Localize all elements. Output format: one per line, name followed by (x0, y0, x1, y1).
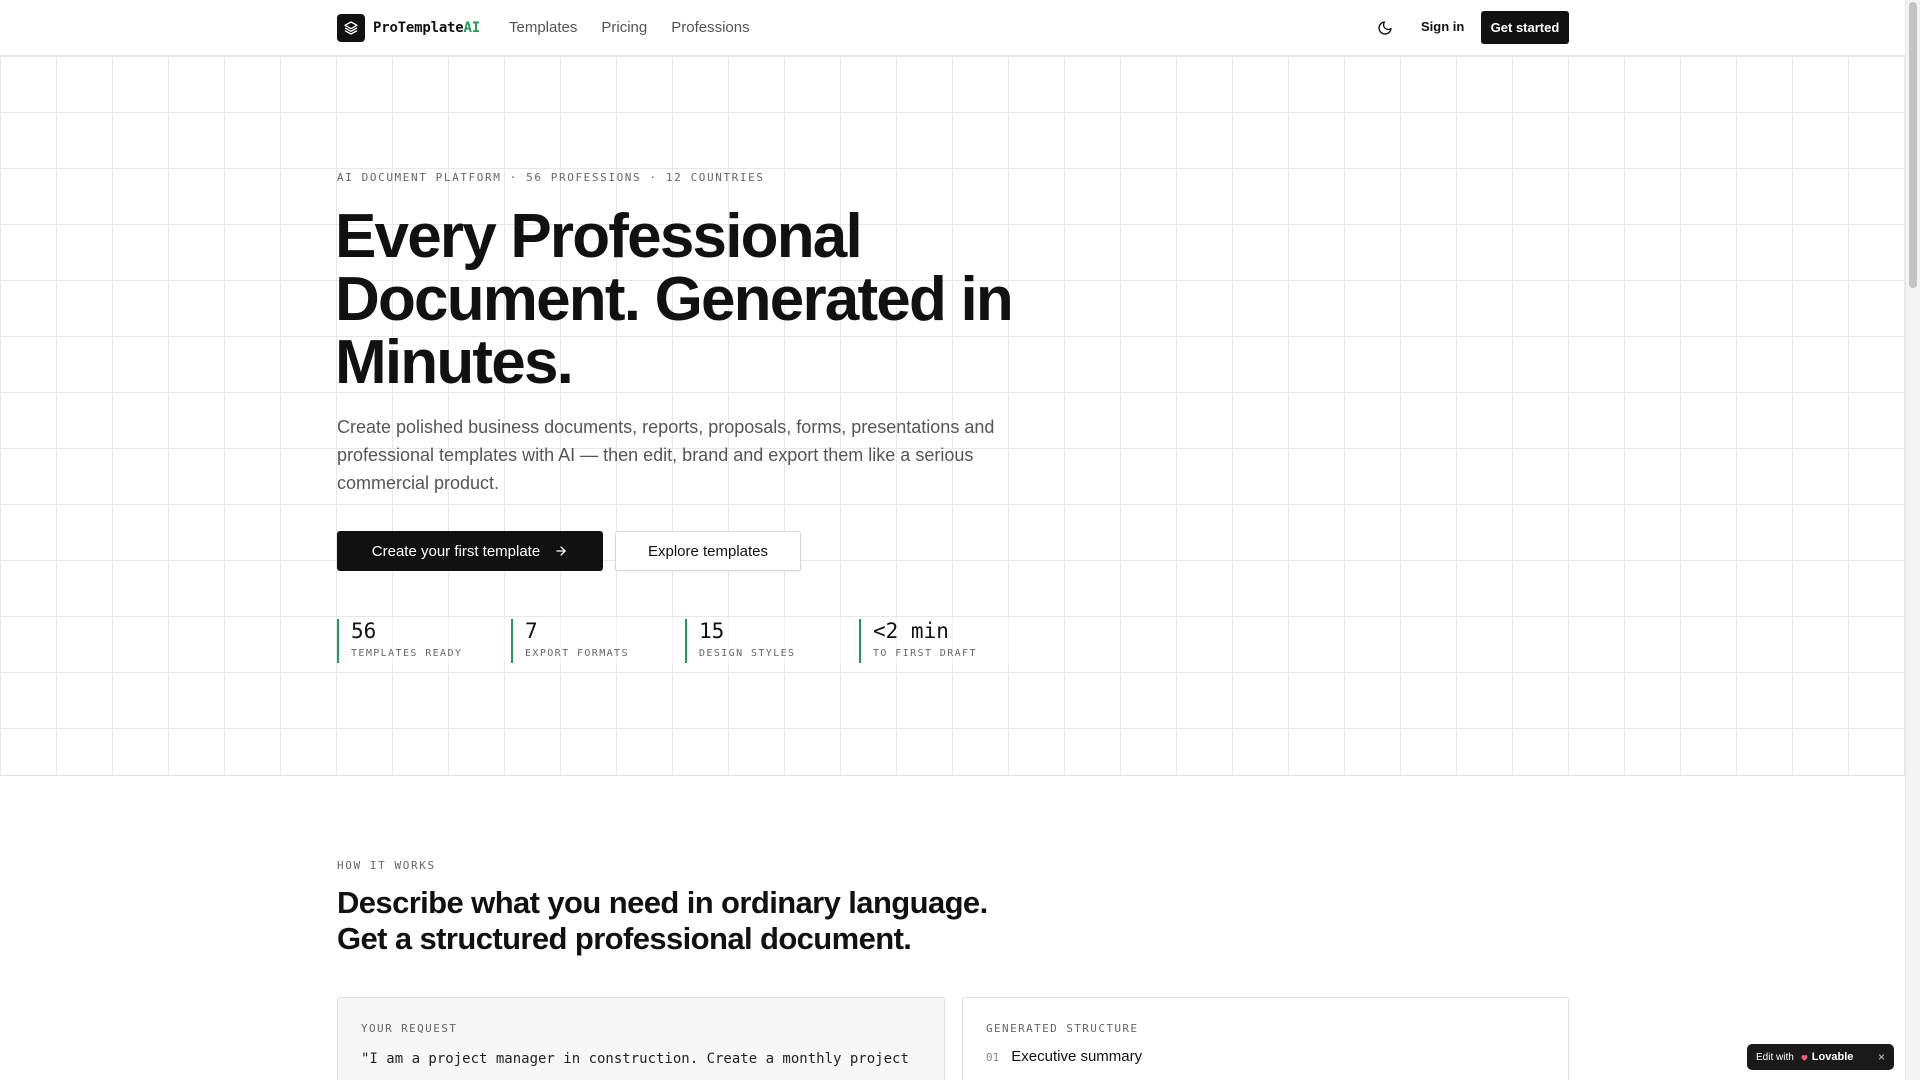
stat-export-formats: 7 EXPORT FORMATS (511, 619, 685, 663)
brand-link[interactable]: ProTemplateAI (337, 14, 480, 42)
arrow-right-icon (556, 546, 566, 556)
create-template-label: Create your first template (371, 542, 541, 560)
lovable-brand-label: Lovable (1811, 1051, 1854, 1063)
how-it-works-title-line1: Describe what you need in ordinary langu… (337, 885, 988, 920)
close-icon[interactable]: × (1878, 1050, 1885, 1064)
structure-label: GENERATED STRUCTURE (986, 1022, 1139, 1035)
stat-label: TO FIRST DRAFT (873, 648, 977, 659)
stat-value: 7 (525, 619, 538, 643)
stat-value: <2 min (873, 619, 949, 643)
structure-item: 01 Executive summary (986, 1048, 1545, 1065)
stat-templates: 56 TEMPLATES READY (337, 619, 511, 663)
edit-with-lovable-badge[interactable]: Edit with Lovable × (1747, 1044, 1894, 1070)
lovable-brand: Lovable (1800, 1051, 1854, 1063)
request-label: YOUR REQUEST (361, 1022, 458, 1035)
request-text: "I am a project manager in construction.… (361, 1051, 909, 1067)
structure-item-number: 01 (986, 1051, 1000, 1064)
top-navbar: ProTemplateAI Templates Pricing Professi… (0, 0, 1905, 56)
request-card: YOUR REQUEST "I am a project manager in … (337, 997, 945, 1080)
hero-subtitle: Create polished business documents, repo… (337, 417, 995, 493)
how-it-works-title-line2: Get a structured professional document. (337, 921, 912, 956)
how-it-works-title: Describe what you need in ordinary langu… (337, 885, 1057, 957)
page-scrollbar[interactable] (1905, 0, 1920, 1080)
stat-value: 15 (699, 619, 725, 643)
stat-value: 56 (351, 619, 377, 643)
nav-pricing[interactable]: Pricing (601, 19, 647, 36)
hero-title: Every Professional Document. Generated i… (335, 202, 1014, 397)
main-nav: Templates Pricing Professions (509, 19, 750, 36)
brand-name: ProTemplateAI (373, 20, 480, 36)
how-it-works-eyebrow: HOW IT WORKS (337, 859, 436, 872)
layers-icon (337, 14, 365, 42)
structure-card: GENERATED STRUCTURE 01 Executive summary (962, 997, 1569, 1080)
moon-icon[interactable] (1374, 17, 1396, 39)
nav-templates[interactable]: Templates (509, 19, 577, 36)
sign-in-link[interactable]: Sign in (1421, 19, 1464, 34)
structure-item-text: Executive summary (1011, 1048, 1143, 1065)
stat-label: TEMPLATES READY (351, 648, 463, 659)
hero-eyebrow: AI DOCUMENT PLATFORM · 56 PROFESSIONS · … (337, 171, 765, 184)
create-template-button[interactable]: Create your first template (337, 531, 603, 571)
get-started-button[interactable]: Get started (1481, 11, 1569, 44)
stat-design-styles: 15 DESIGN STYLES (685, 619, 859, 663)
stat-label: DESIGN STYLES (699, 648, 796, 659)
stats-row: 56 TEMPLATES READY 7 EXPORT FORMATS 15 D… (337, 619, 1033, 663)
explore-templates-button[interactable]: Explore templates (615, 531, 801, 571)
scrollbar-thumb[interactable] (1909, 2, 1917, 288)
stat-label: EXPORT FORMATS (525, 648, 629, 659)
heart-icon (1801, 1054, 1808, 1061)
badge-prefix: Edit with (1756, 1051, 1794, 1063)
nav-professions[interactable]: Professions (671, 19, 749, 36)
stat-first-draft: <2 min TO FIRST DRAFT (859, 619, 1033, 663)
